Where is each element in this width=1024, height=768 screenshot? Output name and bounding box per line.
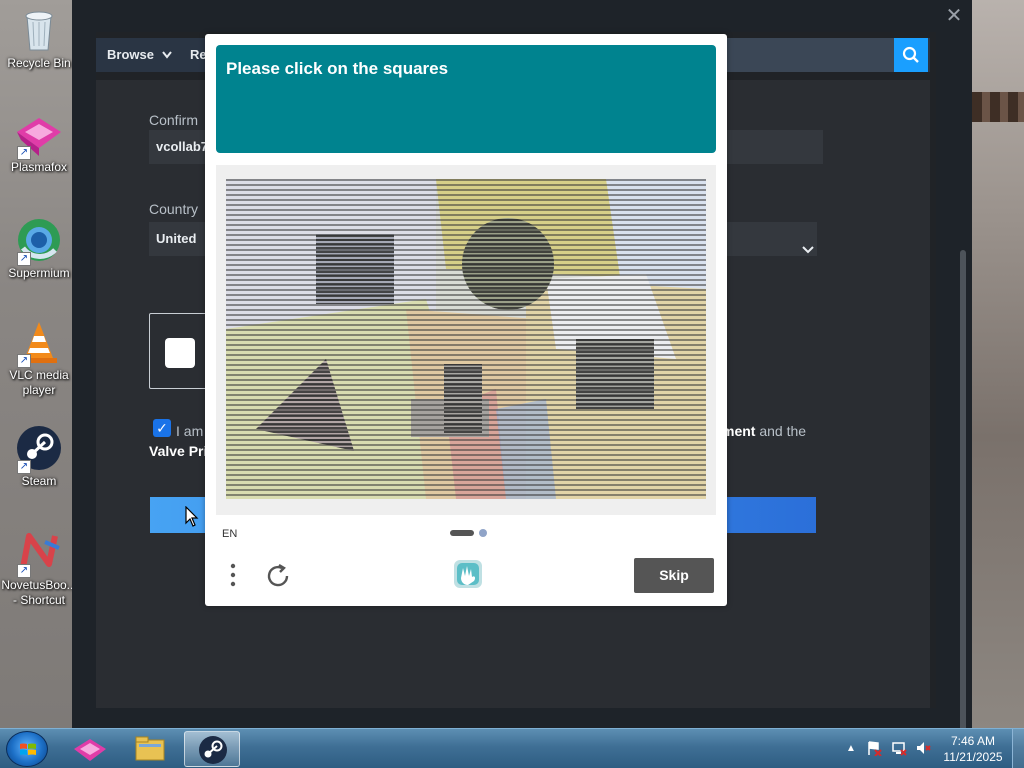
more-options-icon[interactable] (223, 561, 243, 589)
plasmafox-icon (74, 739, 106, 761)
chevron-down-icon (798, 232, 818, 266)
volume-muted-icon[interactable] (915, 740, 931, 756)
valve-privacy-link[interactable]: Valve Pri (149, 443, 207, 459)
action-center-flag-icon[interactable] (866, 740, 882, 756)
shortcut-arrow-icon: ↗ (17, 460, 31, 474)
show-desktop-button[interactable] (1012, 729, 1024, 768)
desktop-icon-vlc[interactable]: ↗ VLC media player (0, 318, 78, 398)
steam-icon: ↗ (15, 424, 63, 474)
file-explorer-icon (135, 736, 165, 761)
start-button[interactable] (6, 731, 48, 767)
video-camera-icon (165, 338, 195, 368)
skip-button[interactable]: Skip (634, 558, 714, 593)
search-icon (902, 46, 919, 63)
page-dot-active (450, 530, 474, 536)
taskbar-file-explorer[interactable] (122, 731, 178, 767)
mouse-cursor-icon (185, 506, 199, 527)
page-dot (479, 529, 487, 537)
clock-date: 11/21/2025 (943, 750, 1003, 764)
desktop-icon-label: Recycle Bin (7, 56, 71, 70)
captcha-dialog: Please click on the squares EN Skip (205, 34, 727, 606)
clock-time: 7:46 AM (950, 734, 996, 748)
taskbar: ▲ 7:46 AM 11/21/2025 (0, 728, 1024, 768)
supermium-icon: ↗ (15, 216, 63, 266)
desktop-icon-supermium[interactable]: ↗ Supermium (0, 216, 78, 281)
search-input[interactable] (726, 38, 894, 72)
taskbar-plasmafox[interactable] (62, 731, 118, 767)
taskbar-steam[interactable] (184, 731, 240, 767)
recycle-bin-icon (15, 6, 63, 54)
wallpaper-right-strip (972, 0, 1024, 728)
nav-browse-label: Browse (107, 47, 154, 62)
windows-logo-icon (20, 743, 36, 755)
desktop-icon-novetus[interactable]: ↗ NovetusBoo... - Shortcut (0, 528, 78, 608)
agree-text: I am (176, 423, 204, 439)
plasmafox-icon: ↗ (15, 110, 63, 160)
language-selector[interactable]: EN (222, 528, 237, 540)
steam-icon (199, 736, 227, 764)
agree-text-right: ment and the (722, 423, 806, 439)
desktop-icon-recycle-bin[interactable]: Recycle Bin (0, 6, 78, 71)
page-indicator (450, 529, 490, 537)
agreement-link[interactable]: ment (722, 423, 755, 439)
desktop-icon-plasmafox[interactable]: ↗ Plasmafox (0, 110, 78, 175)
network-icon[interactable] (891, 740, 907, 756)
hcaptcha-logo-icon (450, 556, 486, 592)
captcha-header: Please click on the squares (216, 45, 716, 153)
desktop-icon-label: Supermium (8, 266, 70, 280)
desktop-icon-label: Steam (21, 474, 57, 488)
shortcut-arrow-icon: ↗ (17, 354, 31, 368)
captcha-prompt: Please click on the squares (226, 59, 449, 78)
captcha-image-area (216, 165, 716, 515)
system-clock[interactable]: 7:46 AM 11/21/2025 (940, 733, 1006, 765)
nav-browse-menu[interactable]: Browse (107, 38, 172, 72)
desktop-icon-label: NovetusBoo... - Shortcut (1, 578, 77, 607)
tray-expand-icon[interactable]: ▲ (846, 743, 856, 754)
shortcut-arrow-icon: ↗ (17, 252, 31, 266)
wallpaper-stripe (972, 92, 1024, 122)
agree-checkbox[interactable]: ✓ (153, 419, 171, 437)
confirm-label: Confirm (149, 112, 199, 128)
captcha-image[interactable] (226, 179, 706, 499)
search-button[interactable] (894, 38, 928, 72)
video-captcha-box[interactable] (149, 313, 209, 389)
shortcut-arrow-icon: ↗ (17, 564, 31, 578)
country-label: Country (149, 201, 199, 217)
novetus-icon: ↗ (15, 528, 63, 578)
desktop-icon-steam[interactable]: ↗ Steam (0, 424, 78, 489)
scrollbar[interactable] (960, 250, 966, 734)
desktop-icon-label: VLC media player (9, 368, 69, 397)
desktop-icon-label: Plasmafox (10, 160, 68, 174)
chevron-down-icon (161, 51, 172, 59)
agree-text-and: and the (755, 423, 807, 439)
close-icon[interactable]: ✕ (944, 6, 964, 26)
shortcut-arrow-icon: ↗ (17, 146, 31, 160)
refresh-icon[interactable] (263, 562, 293, 592)
vlc-icon: ↗ (15, 318, 63, 368)
